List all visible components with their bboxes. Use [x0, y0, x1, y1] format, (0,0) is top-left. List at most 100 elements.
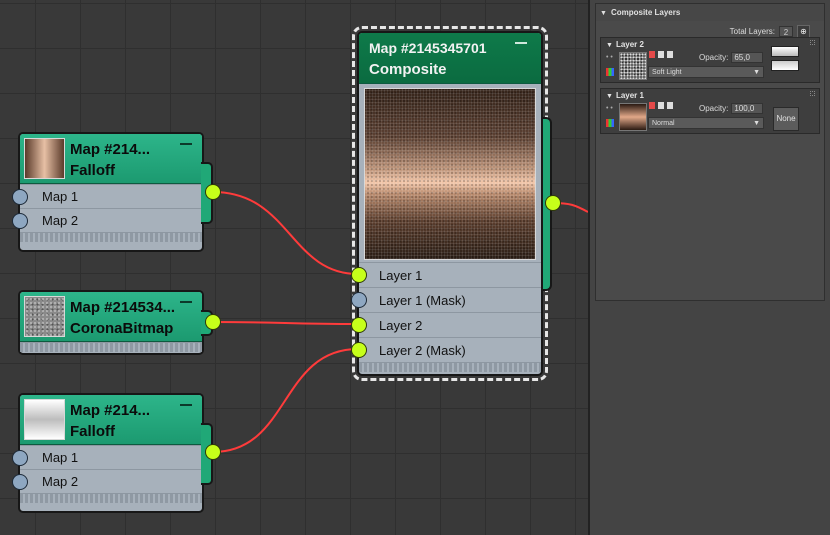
wire-falloff-to-layer1: [212, 191, 359, 275]
node-type: Composite: [369, 61, 447, 78]
opacity-spinner[interactable]: 100,0: [731, 103, 764, 114]
input-row-map2: Map 2: [12, 208, 202, 232]
wire-bitmap-to-layer2: [212, 321, 359, 325]
node-type: Falloff: [70, 162, 115, 179]
node-editor-canvas[interactable]: Map #214... Falloff Map 1 Map 2 Map #214…: [0, 0, 588, 535]
bitmap-thumbnail: [24, 296, 65, 337]
node-type: Falloff: [70, 423, 115, 440]
node-header[interactable]: Map #2145345701 Composite: [359, 33, 541, 84]
input-socket-map2[interactable]: [12, 213, 28, 229]
parameter-panel: ▼ Composite Layers Total Layers: 2 ⊕ ▼ Lay…: [588, 0, 830, 535]
input-socket-map1[interactable]: [12, 189, 28, 205]
input-row-map2: Map 2: [12, 469, 202, 493]
node-title: Map #2145345701: [369, 40, 487, 56]
drag-grip-icon[interactable]: [810, 91, 815, 96]
opacity-spinner[interactable]: 65,0: [731, 52, 764, 63]
node-title: Map #214...: [70, 402, 151, 419]
layer-header[interactable]: ▼ Layer 2: [606, 40, 644, 49]
coronabitmap-node[interactable]: Map #214534... CoronaBitmap: [18, 290, 213, 355]
color-correct-icon[interactable]: [606, 119, 614, 127]
collapse-icon[interactable]: [515, 42, 527, 44]
layer-title: Layer 2: [615, 40, 644, 49]
rename-layer-icon[interactable]: [658, 51, 664, 58]
opacity-control: Opacity: 65,0: [699, 52, 764, 63]
node-footer: [20, 493, 202, 503]
layer-map-thumbnail[interactable]: [619, 52, 647, 80]
layer-header[interactable]: ▼ Layer 1: [606, 91, 644, 100]
delete-layer-icon[interactable]: [649, 102, 655, 109]
input-row-layer2-mask: Layer 2 (Mask): [351, 337, 541, 362]
blend-mode-dropdown[interactable]: Normal ▼: [648, 117, 764, 129]
input-label: Map 1: [42, 450, 79, 465]
duplicate-layer-icon[interactable]: [667, 102, 673, 109]
input-label: Layer 1 (Mask): [379, 293, 466, 308]
rollout-header[interactable]: ▼ Composite Layers: [596, 4, 824, 21]
input-row-map1: Map 1: [12, 445, 202, 469]
input-row-layer1-mask: Layer 1 (Mask): [351, 287, 541, 312]
output-socket-bitmap[interactable]: [205, 314, 221, 330]
output-socket-composite[interactable]: [545, 195, 561, 211]
collapse-icon[interactable]: [180, 143, 192, 145]
total-layers-value: 2: [779, 26, 793, 37]
mask-thumbnail-secondary[interactable]: [771, 60, 799, 71]
input-row-map1: Map 1: [12, 184, 202, 208]
node-header[interactable]: Map #214... Falloff: [20, 395, 202, 445]
input-socket-layer1[interactable]: [351, 267, 367, 283]
opacity-label: Opacity:: [699, 53, 729, 62]
falloff-node-bottom[interactable]: Map #214... Falloff Map 1 Map 2: [12, 393, 213, 513]
layer-2-block: ▼ Layer 2 • • Opacity: 65,0 Soft Light ▼: [600, 37, 820, 83]
input-label: Layer 2 (Mask): [379, 343, 466, 358]
input-label: Layer 1: [379, 268, 423, 283]
layer-icons: [649, 51, 673, 58]
collapse-triangle-icon: ▼: [606, 42, 613, 49]
toggle-map-icon[interactable]: • •: [606, 54, 613, 61]
layer-map-thumbnail[interactable]: [619, 103, 647, 131]
input-row-layer1: Layer 1: [351, 262, 541, 287]
input-socket-layer2-mask[interactable]: [351, 342, 367, 358]
drag-grip-icon[interactable]: [810, 40, 815, 45]
chevron-down-icon: ▼: [753, 120, 760, 127]
node-header[interactable]: Map #214... Falloff: [20, 134, 202, 184]
blend-mode-value: Soft Light: [652, 69, 682, 76]
node-footer: [359, 362, 541, 372]
opacity-control: Opacity: 100,0: [699, 103, 764, 114]
composite-preview: [364, 88, 536, 260]
input-label: Map 1: [42, 189, 79, 204]
input-label: Map 2: [42, 213, 79, 228]
falloff-thumbnail: [24, 138, 65, 179]
collapse-triangle-icon: ▼: [606, 93, 613, 100]
input-socket-map2[interactable]: [12, 474, 28, 490]
composite-node[interactable]: Map #2145345701 Composite Layer 1 Layer …: [351, 31, 543, 376]
blend-mode-dropdown[interactable]: Soft Light ▼: [648, 66, 764, 78]
opacity-label: Opacity:: [699, 104, 729, 113]
output-socket-falloff-bottom[interactable]: [205, 444, 221, 460]
duplicate-layer-icon[interactable]: [667, 51, 673, 58]
node-title: Map #214...: [70, 141, 151, 158]
input-socket-layer1-mask[interactable]: [351, 292, 367, 308]
toggle-map-icon[interactable]: • •: [606, 105, 613, 112]
layer-title: Layer 1: [615, 91, 644, 100]
input-row-layer2: Layer 2: [351, 312, 541, 337]
composite-layers-rollout: ▼ Composite Layers Total Layers: 2 ⊕ ▼ Lay…: [595, 3, 825, 301]
input-socket-map1[interactable]: [12, 450, 28, 466]
wire-falloff-to-layer2-mask: [212, 348, 359, 453]
input-label: Layer 2: [379, 318, 423, 333]
color-correct-icon[interactable]: [606, 68, 614, 76]
collapse-triangle-icon: ▼: [600, 10, 607, 17]
input-socket-layer2[interactable]: [351, 317, 367, 333]
node-header[interactable]: Map #214534... CoronaBitmap: [20, 292, 202, 342]
layer-1-block: ▼ Layer 1 • • Opacity: 100,0 Normal ▼ Non…: [600, 88, 820, 134]
mask-thumbnail[interactable]: [771, 46, 799, 57]
collapse-icon[interactable]: [180, 404, 192, 406]
node-type: CoronaBitmap: [70, 320, 174, 337]
mask-none-button[interactable]: None: [773, 107, 799, 131]
total-layers-label: Total Layers:: [729, 27, 775, 36]
delete-layer-icon[interactable]: [649, 51, 655, 58]
blend-mode-value: Normal: [652, 120, 675, 127]
rename-layer-icon[interactable]: [658, 102, 664, 109]
falloff-node-top[interactable]: Map #214... Falloff Map 1 Map 2: [12, 132, 213, 252]
collapse-icon[interactable]: [180, 301, 192, 303]
input-label: Map 2: [42, 474, 79, 489]
output-socket-falloff-top[interactable]: [205, 184, 221, 200]
node-title: Map #214534...: [70, 299, 176, 316]
